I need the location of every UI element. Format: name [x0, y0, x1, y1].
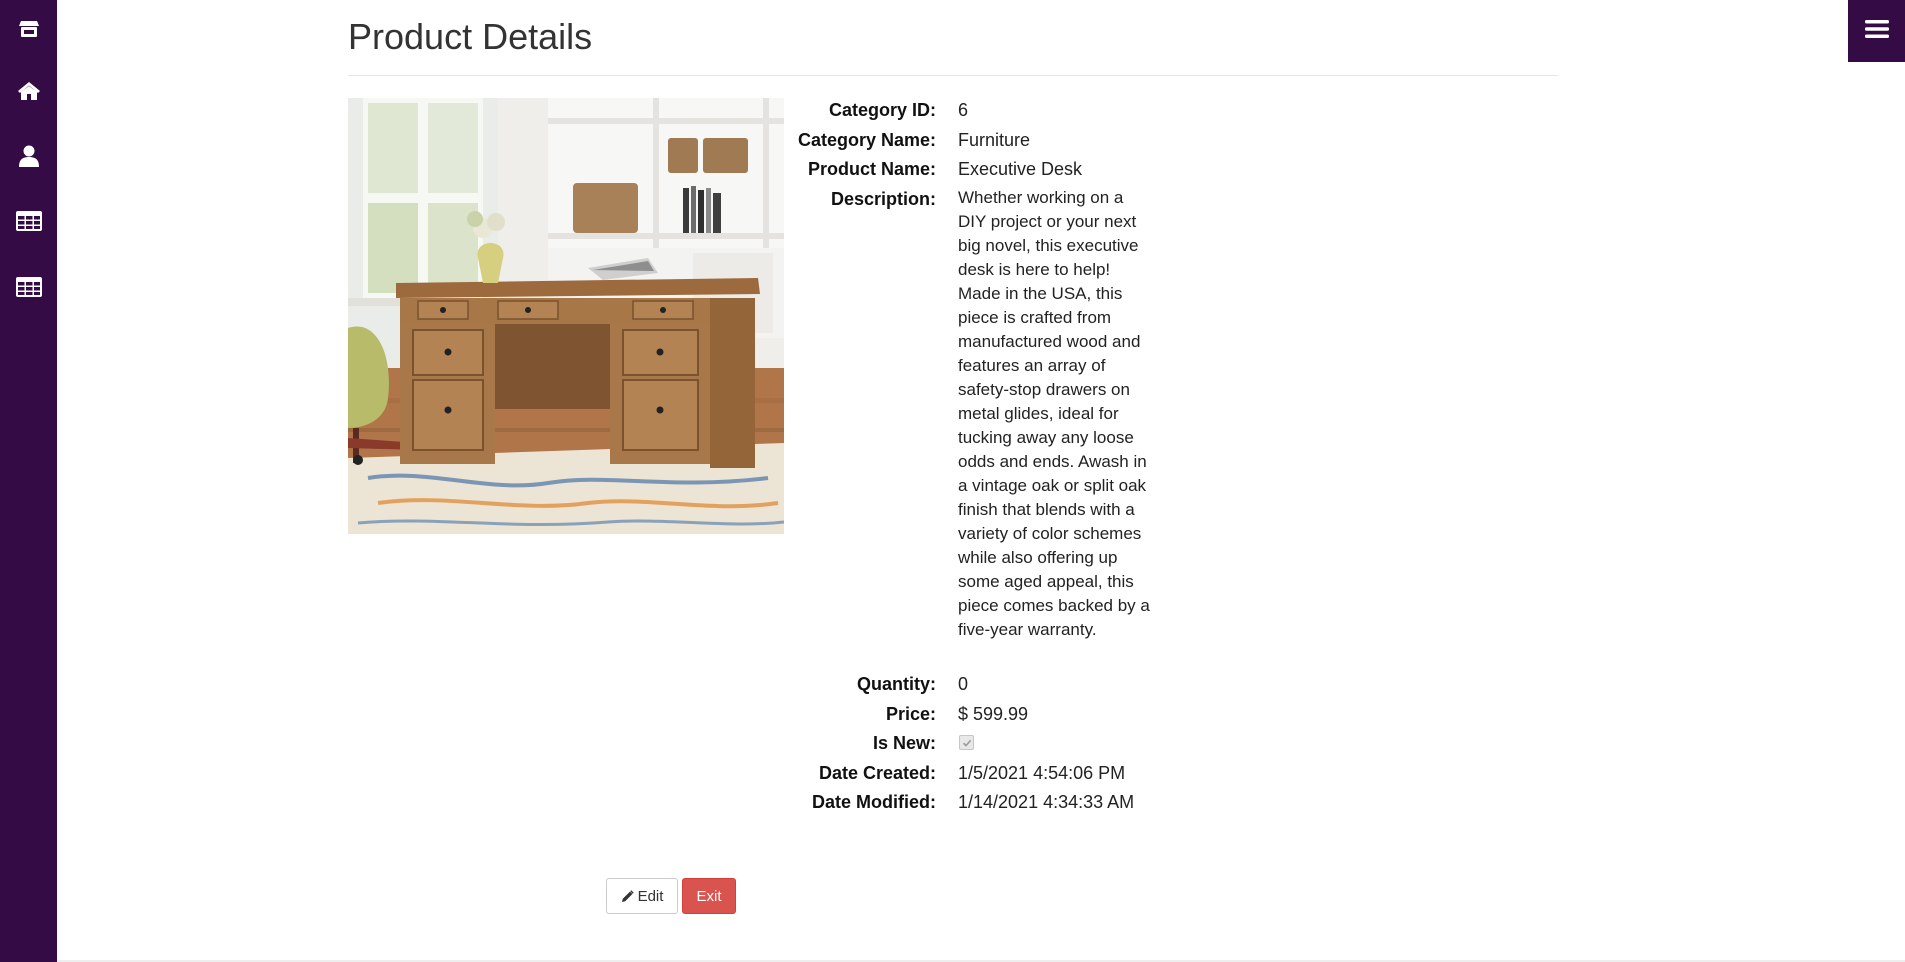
- edit-button[interactable]: Edit: [606, 878, 678, 914]
- product-details: Category ID: 6 Category Name: Furniture …: [0, 0, 1905, 962]
- product-image: [348, 98, 784, 534]
- exit-button[interactable]: Exit: [682, 878, 736, 914]
- user-icon: [18, 145, 39, 167]
- category-name-label: Category Name:: [797, 130, 936, 150]
- sidebar-item-table-2[interactable]: [0, 262, 57, 312]
- edit-button-label: Edit: [637, 887, 664, 905]
- table-icon: [15, 211, 42, 231]
- sidebar-item-home[interactable]: [0, 66, 57, 116]
- date-created-label: Date Created:: [818, 763, 936, 783]
- sidebar: [0, 0, 57, 962]
- exit-button-label: Exit: [696, 887, 722, 905]
- sidebar-item-store[interactable]: [0, 4, 57, 54]
- category-name-value: Furniture: [958, 130, 1031, 150]
- quantity-label: Quantity:: [857, 674, 936, 694]
- quantity-value: 0: [958, 674, 969, 694]
- store-icon: [18, 20, 39, 38]
- date-modified-label: Date Modified:: [812, 792, 936, 812]
- category-id-value: 6: [958, 100, 969, 120]
- pencil-icon: [621, 889, 634, 902]
- date-created-value: 1/5/2021 4:54:06 PM: [958, 763, 1126, 783]
- sidebar-item-table-1[interactable]: [0, 196, 57, 246]
- menu-toggle-button[interactable]: [1848, 0, 1905, 62]
- price-label: Price:: [885, 704, 936, 724]
- title-divider: [348, 75, 1558, 76]
- hamburger-icon: [1864, 19, 1889, 44]
- product-name-label: Product Name:: [807, 159, 936, 179]
- table-icon: [15, 277, 42, 297]
- check-icon: [962, 739, 971, 747]
- category-id-label: Category ID:: [828, 100, 936, 120]
- product-name-value: Executive Desk: [958, 159, 1083, 179]
- sidebar-item-user[interactable]: [0, 131, 57, 181]
- home-icon: [17, 81, 41, 101]
- date-modified-value: 1/14/2021 4:34:33 AM: [958, 792, 1135, 812]
- description-value: Whether working on a DIY project or your…: [958, 188, 1150, 639]
- page-title: Product Details: [348, 16, 593, 57]
- is-new-label: Is New:: [872, 733, 936, 753]
- description-label: Description:: [830, 189, 936, 209]
- is-new-checkbox[interactable]: [959, 735, 974, 750]
- price-value: $ 599.99: [958, 704, 1029, 724]
